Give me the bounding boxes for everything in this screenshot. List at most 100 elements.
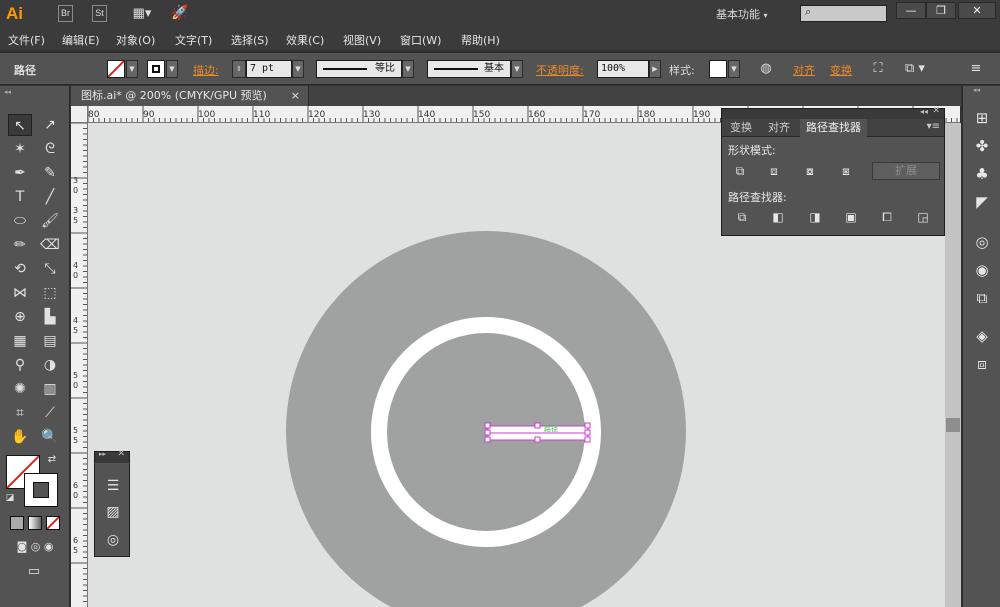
selection-tool-icon[interactable]: ↖ xyxy=(8,114,32,136)
drawing-modes-icon[interactable]: ◙ ◎ ◉ xyxy=(6,538,64,556)
menu-select[interactable]: 选择(S) xyxy=(231,32,269,48)
graphic-style-dropdown[interactable]: ▼ xyxy=(728,60,740,78)
lasso-tool-icon[interactable]: ᘓ xyxy=(38,138,62,160)
recolor-artwork-icon[interactable]: ◍ xyxy=(758,61,774,77)
bridge-button[interactable]: Br xyxy=(58,5,73,22)
perspective-grid-tool-icon[interactable]: ▙ xyxy=(38,306,62,328)
document-setup-icon[interactable]: ⧉ ▾ xyxy=(900,61,930,77)
artboards-icon[interactable]: ⧉ xyxy=(972,288,992,308)
transparency-panel-icon[interactable]: ◎ xyxy=(103,530,123,550)
eraser-tool-icon[interactable]: ⌫ xyxy=(38,234,62,256)
arrange-documents-icon[interactable]: ▦▾ xyxy=(128,5,156,22)
libraries-icon[interactable]: ⊞ xyxy=(972,108,992,128)
selection-handle[interactable] xyxy=(584,429,591,436)
isolate-object-icon[interactable]: ⛶ xyxy=(870,61,886,77)
hand-tool-icon[interactable]: ✋ xyxy=(8,426,32,448)
tab-pathfinder[interactable]: 路径查找器 xyxy=(800,119,867,137)
slice-tool-icon[interactable]: ⟋ xyxy=(38,402,62,424)
tab-align[interactable]: 对齐 xyxy=(762,119,796,137)
opacity-panel-link[interactable]: 不透明度: xyxy=(536,62,584,78)
minus-back-icon[interactable]: ◲ xyxy=(915,209,931,225)
graphic-styles-icon[interactable]: ◤ xyxy=(972,192,992,212)
minus-front-icon[interactable]: ⧈ xyxy=(766,163,782,179)
eyedropper-tool-icon[interactable]: ⚲ xyxy=(8,354,32,376)
selected-path[interactable]: 路径 xyxy=(484,422,591,443)
color-mode-button[interactable] xyxy=(10,516,24,530)
menu-window[interactable]: 窗口(W) xyxy=(400,32,441,48)
minimize-button[interactable]: — xyxy=(896,2,926,19)
menu-help[interactable]: 帮助(H) xyxy=(461,32,500,48)
type-tool-icon[interactable]: T xyxy=(8,186,32,208)
blend-tool-icon[interactable]: ◑ xyxy=(38,354,62,376)
stroke-weight-input[interactable]: 7 pt xyxy=(246,60,292,78)
vertical-scrollbar[interactable] xyxy=(945,123,961,607)
trim-icon[interactable]: ◧ xyxy=(770,209,786,225)
selection-handle[interactable] xyxy=(484,436,491,443)
selection-handle[interactable] xyxy=(484,422,491,429)
selection-handle[interactable] xyxy=(484,429,491,436)
line-tool-icon[interactable]: ╱ xyxy=(38,186,62,208)
close-button[interactable]: ✕ xyxy=(958,2,996,19)
profile-dropdown[interactable]: ▼ xyxy=(402,60,414,78)
panel-drag-bar[interactable]: ◂◂ ✕ xyxy=(722,106,944,119)
divide-icon[interactable]: ⧉ xyxy=(734,209,750,225)
pen-tool-icon[interactable]: ✒ xyxy=(8,162,32,184)
stroke-panel-icon[interactable]: ☰ xyxy=(103,476,123,496)
panel-collapse-icon[interactable]: ◂◂ xyxy=(920,107,928,116)
gradient-tool-icon[interactable]: ▤ xyxy=(38,330,62,352)
selection-handle[interactable] xyxy=(534,436,541,443)
stock-button[interactable]: St xyxy=(92,5,107,22)
panel-close-icon[interactable]: ✕ xyxy=(932,106,940,116)
paintbrush-tool-icon[interactable]: 🖌 xyxy=(38,210,62,232)
width-tool-icon[interactable]: ⋈ xyxy=(8,282,32,304)
magic-wand-tool-icon[interactable]: ✶ xyxy=(8,138,32,160)
panel-close-icon[interactable]: ✕ xyxy=(117,449,125,459)
stroke-weight-stepper[interactable]: ⇕ xyxy=(232,60,246,78)
color-guide-icon[interactable]: ◉ xyxy=(972,260,992,280)
menu-type[interactable]: 文字(T) xyxy=(175,32,212,48)
rotate-tool-icon[interactable]: ⟲ xyxy=(8,258,32,280)
shape-builder-tool-icon[interactable]: ⊕ xyxy=(8,306,32,328)
none-mode-button[interactable] xyxy=(46,516,60,530)
scrollbar-thumb[interactable] xyxy=(946,418,960,432)
menu-file[interactable]: 文件(F) xyxy=(8,32,45,48)
column-graph-tool-icon[interactable]: ▥ xyxy=(38,378,62,400)
selection-handle[interactable] xyxy=(534,422,541,429)
layers-icon[interactable]: ◈ xyxy=(972,326,992,346)
symbol-sprayer-tool-icon[interactable]: ✺ xyxy=(8,378,32,400)
panel-menu-icon[interactable]: ≡ xyxy=(968,61,984,77)
menu-object[interactable]: 对象(O) xyxy=(116,32,155,48)
menu-view[interactable]: 视图(V) xyxy=(343,32,381,48)
unite-icon[interactable]: ⧉ xyxy=(732,163,748,179)
fill-swatch[interactable] xyxy=(107,60,125,78)
transform-panel-link[interactable]: 变换 xyxy=(830,62,852,78)
outer-gray-circle[interactable] xyxy=(286,231,686,607)
align-panel-link[interactable]: 对齐 xyxy=(793,62,815,78)
variable-width-profile[interactable]: 等比 xyxy=(316,60,402,78)
stroke-panel-link[interactable]: 描边: xyxy=(193,62,219,78)
opacity-input[interactable]: 100% xyxy=(597,60,649,78)
panel-expand-icon[interactable]: ▸▸ xyxy=(99,450,106,458)
curvature-tool-icon[interactable]: ✎ xyxy=(38,162,62,184)
appearance-icon[interactable]: ◎ xyxy=(972,232,992,252)
gpu-performance-icon[interactable]: 🚀 xyxy=(170,5,190,22)
toolbar-collapse-icon[interactable]: ◂◂ xyxy=(4,88,66,96)
stroke-dropdown[interactable]: ▼ xyxy=(166,60,178,78)
zoom-tool-icon[interactable]: 🔍 xyxy=(38,426,62,448)
merge-icon[interactable]: ◨ xyxy=(807,209,823,225)
selection-handle[interactable] xyxy=(584,436,591,443)
opacity-dropdown[interactable]: ▶ xyxy=(649,60,661,78)
mesh-tool-icon[interactable]: ▦ xyxy=(8,330,32,352)
brush-definition[interactable]: 基本 xyxy=(427,60,511,78)
tab-transform[interactable]: 变换 xyxy=(724,119,758,137)
free-transform-tool-icon[interactable]: ⬚ xyxy=(38,282,62,304)
menu-edit[interactable]: 编辑(E) xyxy=(62,32,100,48)
panel-drag-bar[interactable]: ▸▸ ✕ xyxy=(95,449,129,463)
workspace-switcher[interactable]: 基本功能 ▾ xyxy=(716,6,768,22)
direct-selection-tool-icon[interactable]: ↗ xyxy=(38,114,62,136)
vertical-ruler[interactable]: 3 0 3 5 4 0 4 5 5 0 5 5 6 0 6 5 xyxy=(71,123,88,607)
screen-mode-icon[interactable]: ▭ xyxy=(20,562,48,582)
swap-fill-stroke-icon[interactable]: ⇄ xyxy=(44,452,60,468)
stroke-swatch[interactable] xyxy=(147,60,165,78)
exclude-icon[interactable]: ⧆ xyxy=(838,163,854,179)
